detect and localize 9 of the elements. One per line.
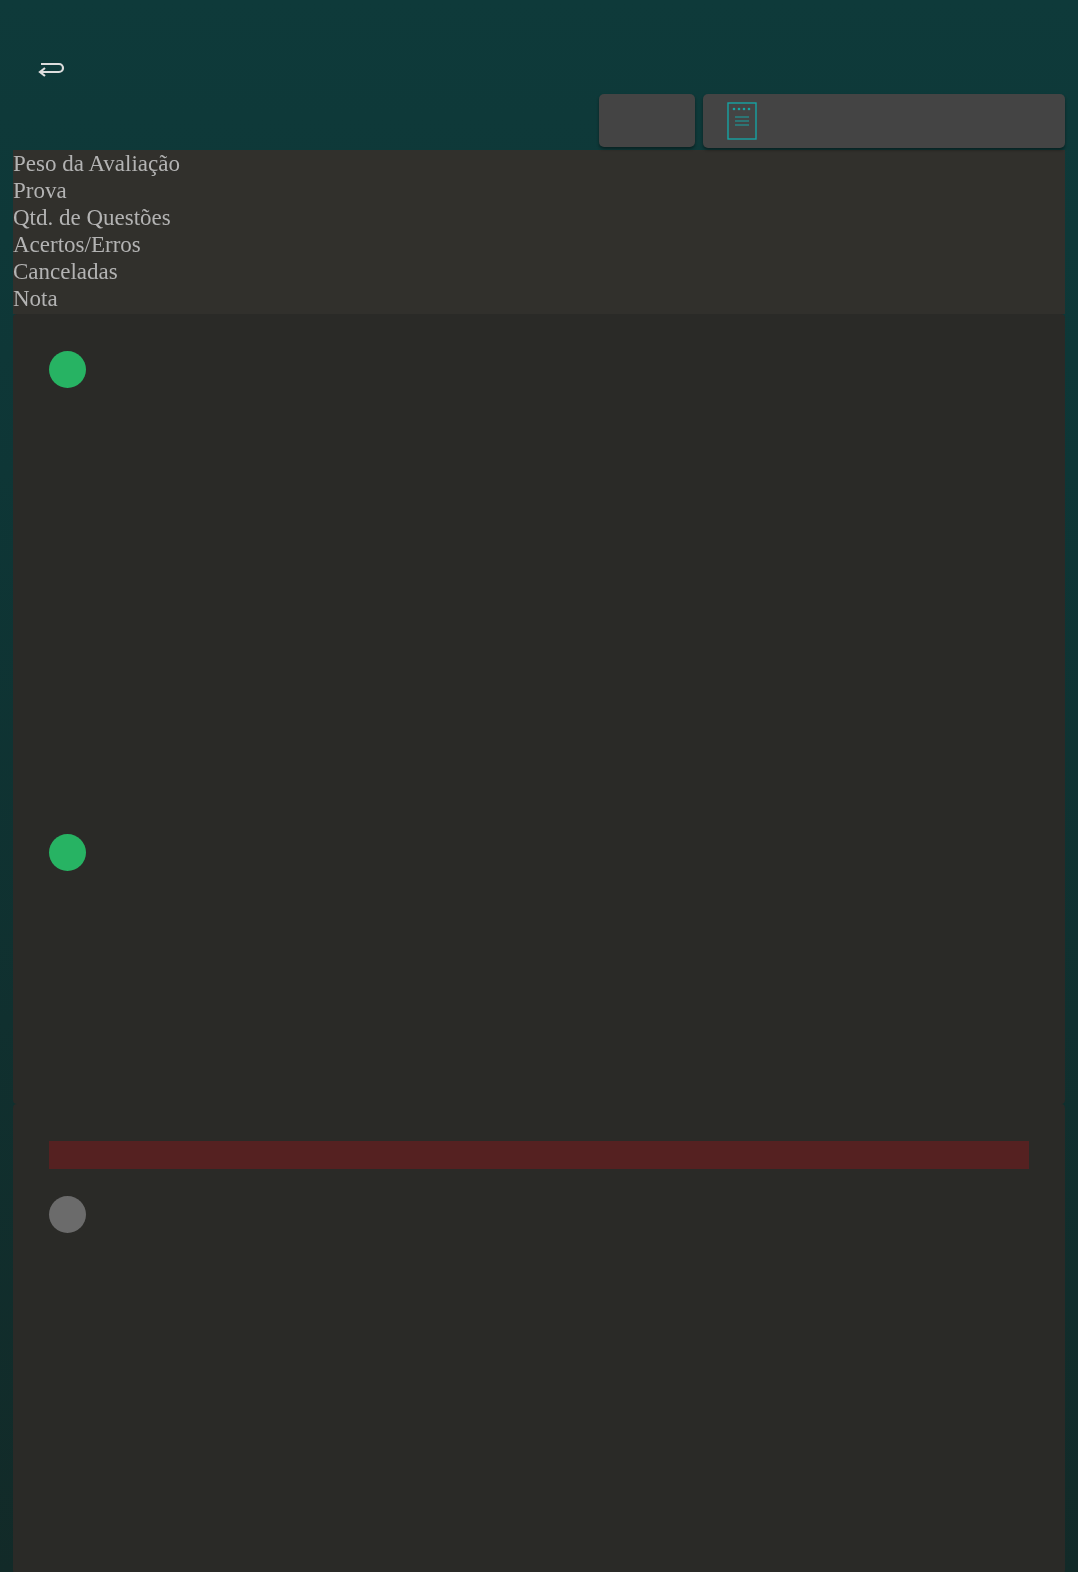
header-button[interactable] bbox=[599, 94, 695, 147]
document-button[interactable] bbox=[703, 94, 1065, 148]
column-label: Acertos/Erros bbox=[13, 231, 141, 258]
column-label: Peso da Avaliação bbox=[13, 150, 180, 177]
column-label: Qtd. de Questões bbox=[13, 204, 171, 231]
column-label: Canceladas bbox=[13, 258, 118, 285]
column-label: Nota bbox=[13, 285, 58, 312]
column-label: Prova bbox=[13, 177, 67, 204]
document-icon bbox=[727, 102, 757, 140]
